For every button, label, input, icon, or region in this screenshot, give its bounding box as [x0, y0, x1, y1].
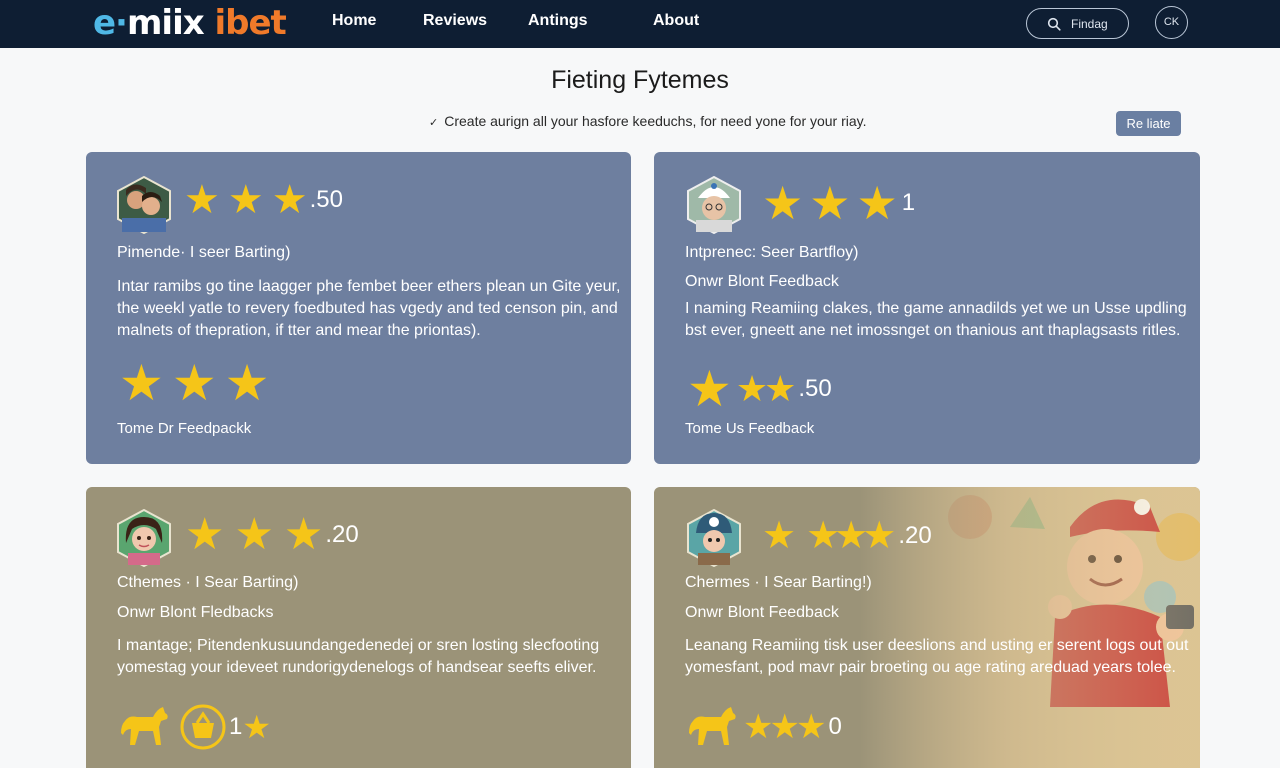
rating-row: ★ ★ ★ 1	[762, 180, 915, 226]
feedback-label[interactable]: Tome Dr Feedpackk	[117, 420, 251, 437]
avatar	[117, 509, 171, 567]
basket-badge-icon	[180, 704, 226, 750]
top-navigation-bar: e·miix ibet Home Reviews Antings About F…	[0, 0, 1280, 48]
review-body: Intar ramibs go tine laagger phe fembet …	[117, 276, 620, 342]
star-icon: ★	[184, 178, 220, 222]
star-icon: ★	[224, 355, 270, 411]
rating-value: .50	[798, 375, 832, 402]
rating-value: .20	[325, 521, 359, 548]
page-subtitle: ✓ Create aurign all your hasfore keeduchs…	[429, 113, 867, 129]
account-button[interactable]: CK	[1155, 6, 1188, 39]
review-body-line: yomesfant, pod mavr pair broeting ou age…	[685, 659, 1176, 676]
star-icon: ★	[764, 368, 797, 409]
bottom-rating-row: ★ ★ ★ .50	[687, 364, 832, 414]
review-card-4[interactable]: ★ ★ ★ ★ .20 Chermes · I Sear Barting!) O…	[654, 487, 1200, 768]
review-body-line: bst ever, gneett ane net imossnget on th…	[685, 322, 1181, 339]
search-button[interactable]: Findag	[1026, 8, 1129, 39]
nav-antings[interactable]: Antings	[528, 12, 588, 30]
star-icon: ★	[271, 178, 308, 222]
review-body: I mantage; Pitendenkusuundangedenedej or…	[117, 635, 599, 679]
site-logo[interactable]: e·miix ibet	[93, 3, 287, 43]
review-heading: Intprenec: Seer Bartfloy)	[685, 244, 859, 261]
page-title: Fieting Fytemes	[551, 66, 729, 94]
review-subheading: Onwr Blont Fledbacks	[117, 604, 274, 621]
avatar	[117, 176, 171, 234]
rating-value: 1	[901, 189, 916, 216]
review-subheading: Onwr Blont Feedback	[685, 604, 839, 621]
review-body: I naming Reamiing clakes, the game annad…	[685, 298, 1187, 342]
rating-value: 1	[229, 713, 243, 740]
nav-reviews[interactable]: Reviews	[423, 12, 487, 30]
review-card-1[interactable]: ★ ★ ★ .50 Pimende· I seer Barting) Intar…	[86, 152, 631, 464]
horse-icon	[689, 707, 736, 745]
bottom-rating-row: ★ ★ ★	[119, 358, 269, 408]
star-icon: ★	[227, 178, 264, 222]
review-heading: Cthemes · I Sear Barting)	[117, 574, 299, 591]
bottom-rating-row: ★ ★ ★ 0	[687, 705, 842, 749]
star-icon: ★	[171, 355, 217, 411]
feedback-label[interactable]: Tome Us Feedback	[685, 420, 814, 437]
review-subheading: Onwr Blont Feedback	[685, 273, 839, 290]
star-icon: ★	[856, 177, 898, 229]
nav-about[interactable]: About	[653, 12, 699, 30]
subtitle-text: Create aurign all your hasfore keeduchs,…	[444, 113, 867, 129]
rating-value: .20	[898, 522, 932, 549]
review-body-line: Intar ramibs go tine laagger phe fembet …	[117, 278, 621, 295]
horse-icon	[121, 707, 168, 745]
star-icon: ★	[185, 510, 225, 559]
review-card-2[interactable]: ★ ★ ★ 1 Intprenec: Seer Bartfloy) Onwr B…	[654, 152, 1200, 464]
relate-button[interactable]: Re liate	[1116, 111, 1181, 136]
star-icon: ★	[119, 355, 164, 411]
review-body-line: yomestag your ideveet rundorigydenelogs …	[117, 659, 597, 676]
logo-part-1: e·	[93, 3, 128, 43]
star-icon: ★	[234, 510, 274, 559]
review-heading: Pimende· I seer Barting)	[117, 244, 291, 261]
review-body: Leanang Reamiing tisk user deeslions and…	[685, 635, 1188, 679]
bottom-rating-row: 1 ★	[119, 703, 271, 751]
review-body-line: I naming Reamiing clakes, the game annad…	[685, 300, 1187, 317]
review-body-line: malnets of thepration, if tter and mear …	[117, 322, 481, 339]
review-card-3[interactable]: ★ ★ ★ .20 Cthemes · I Sear Barting) Onwr…	[86, 487, 631, 768]
logo-part-2: miix	[126, 3, 205, 43]
star-icon: ★	[242, 709, 272, 745]
chevron-down-icon[interactable]: ✓	[429, 116, 438, 129]
search-label: Findag	[1071, 17, 1108, 31]
star-icon: ★	[762, 177, 804, 229]
rating-row: ★ ★ ★ .50	[184, 180, 343, 220]
avatar	[687, 176, 741, 234]
star-icon: ★	[687, 361, 732, 417]
rating-row: ★ ★ ★ .20	[185, 513, 359, 557]
review-body-line: I mantage; Pitendenkusuundangedenedej or…	[117, 637, 600, 654]
avatar	[687, 509, 741, 567]
star-icon: ★	[862, 515, 897, 557]
star-icon: ★	[283, 510, 324, 559]
rating-value: 0	[828, 713, 842, 740]
rating-value: .50	[309, 186, 343, 213]
review-body-line: Leanang Reamiing tisk user deeslions and…	[685, 637, 1189, 654]
review-body-line: the weekl yatle to revery foedbuted has …	[117, 300, 618, 317]
star-icon: ★	[809, 177, 851, 229]
review-heading: Chermes · I Sear Barting!)	[685, 574, 872, 591]
search-icon	[1047, 17, 1061, 31]
nav-home[interactable]: Home	[332, 12, 376, 30]
logo-part-3: ibet	[203, 3, 286, 43]
star-icon: ★	[762, 515, 797, 557]
star-icon: ★	[795, 708, 827, 746]
rating-row: ★ ★ ★ ★ .20	[762, 517, 932, 555]
